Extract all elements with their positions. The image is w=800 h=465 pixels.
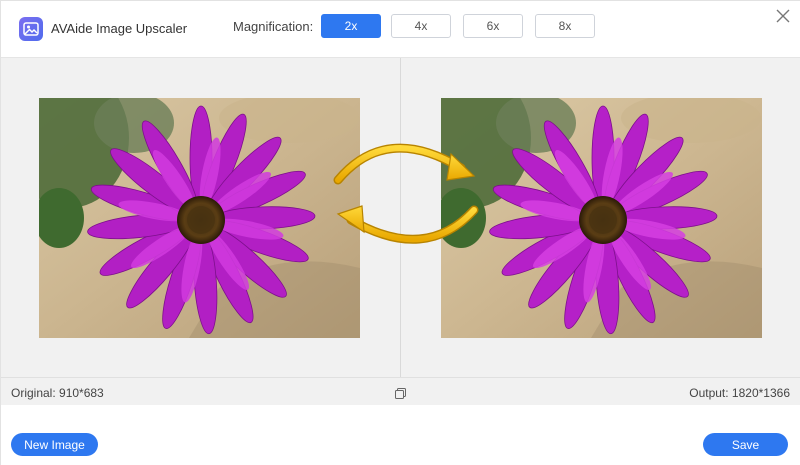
original-size-label: Original: 910*683: [11, 386, 104, 400]
footer: New Image Save: [1, 405, 800, 465]
app-window: AVAide Image Upscaler Magnification: 2x …: [0, 0, 800, 465]
save-button[interactable]: Save: [703, 433, 788, 456]
magnification-4x-button[interactable]: 4x: [391, 14, 451, 38]
output-image: [441, 98, 762, 338]
output-size-label: Output: 1820*1366: [689, 386, 790, 400]
magnification-2x-button[interactable]: 2x: [321, 14, 381, 38]
app-logo-icon: [19, 17, 43, 41]
magnification-8x-button[interactable]: 8x: [535, 14, 595, 38]
preview-area: [1, 57, 800, 378]
app-title: AVAide Image Upscaler: [51, 21, 188, 36]
compare-view-icon[interactable]: [395, 386, 406, 399]
original-image: [39, 98, 360, 338]
swap-arrows-icon: [326, 128, 486, 258]
new-image-button[interactable]: New Image: [11, 433, 98, 456]
magnification-6x-button[interactable]: 6x: [463, 14, 523, 38]
magnification-label: Magnification:: [233, 19, 314, 34]
title-bar: AVAide Image Upscaler Magnification: 2x …: [1, 1, 800, 57]
close-icon[interactable]: [773, 6, 793, 26]
info-bar: Original: 910*683 Output: 1820*1366: [1, 377, 800, 405]
